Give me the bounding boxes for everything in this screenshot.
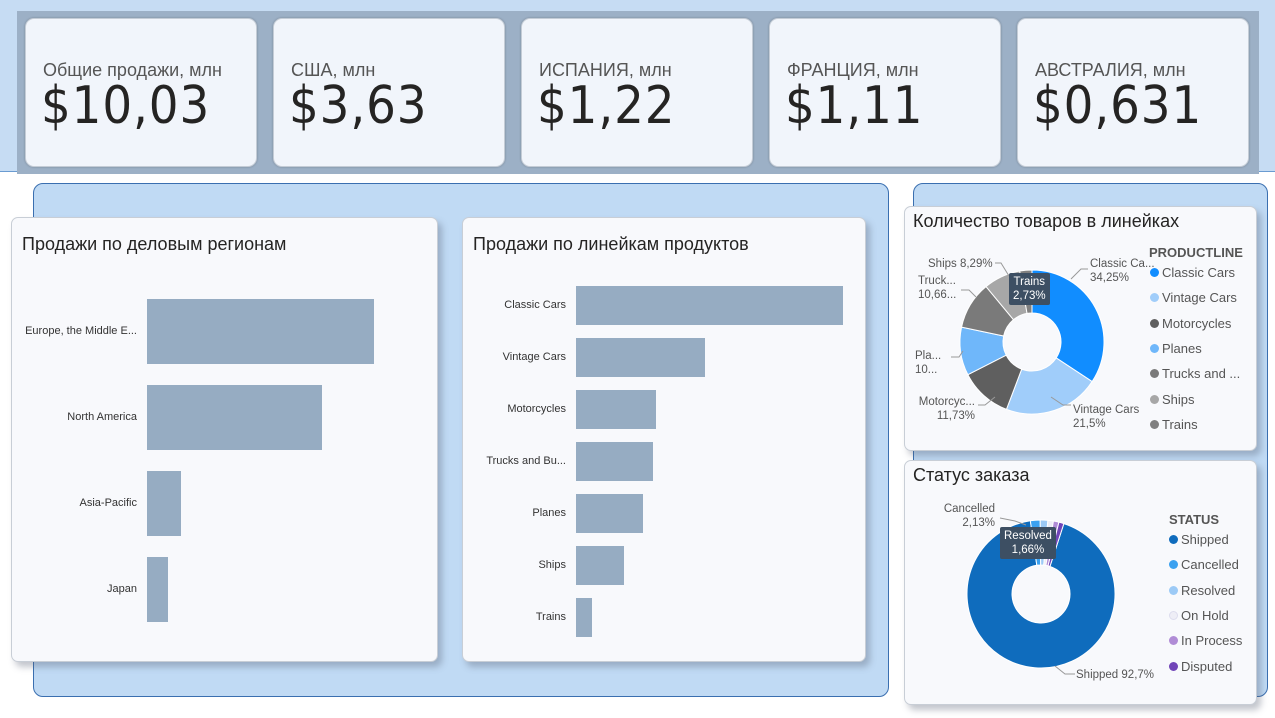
bar-category-label: Planes	[532, 506, 566, 519]
legend-marker	[1150, 343, 1159, 353]
legend-item[interactable]: Planes	[1150, 341, 1202, 356]
bar[interactable]	[147, 557, 168, 622]
legend-marker	[1169, 636, 1178, 646]
bar-category-label: Japan	[107, 582, 137, 595]
bar-category-label: Motorcycles	[507, 402, 566, 415]
legend-item[interactable]: Cancelled	[1169, 557, 1239, 572]
legend-label: Trucks and ...	[1162, 366, 1241, 382]
legend-marker	[1150, 394, 1159, 404]
kpi-value: $0,631	[1033, 76, 1203, 136]
kpi-card-total-sales[interactable]: Общие продажи, млн $10,03	[25, 18, 257, 167]
legend-label: On Hold	[1181, 607, 1229, 623]
donut-label-vintage-cars: Vintage Cars 21,5%	[1073, 404, 1140, 430]
region-chart-title: Продажи по деловым регионам	[22, 234, 287, 254]
donut-label-shipped: Shipped 92,7%	[1076, 669, 1155, 681]
legend-marker	[1169, 610, 1178, 620]
legend-title-productline: PRODUCTLINE	[1149, 245, 1243, 260]
kpi-value: $1,22	[537, 76, 676, 136]
bar[interactable]	[147, 471, 182, 536]
legend-item[interactable]: Vintage Cars	[1150, 290, 1237, 305]
productline-count-card[interactable]: Количество товаров в линейках Classic Ca…	[904, 206, 1257, 451]
kpi-card-australia[interactable]: АВСТРАЛИЯ, млн $0,631	[1017, 18, 1249, 167]
bar[interactable]	[576, 286, 843, 325]
legend-title-status: STATUS	[1169, 512, 1220, 527]
legend-label: Resolved	[1181, 582, 1236, 598]
donut-label-ships: Ships 8,29%	[928, 258, 993, 270]
bar[interactable]	[576, 598, 592, 637]
kpi-card-spain[interactable]: ИСПАНИЯ, млн $1,22	[521, 18, 753, 167]
donut-label-cancelled: Cancelled 2,13%	[943, 503, 995, 529]
bar-category-label: Ships	[538, 558, 566, 571]
donut-label-trucks: Truck... 10,66...	[918, 275, 957, 301]
legend-item[interactable]: Disputed	[1169, 659, 1232, 674]
donut-label-classic-cars: Classic Ca... 34,25%	[1090, 258, 1155, 284]
kpi-value: $3,63	[289, 76, 428, 136]
bar-category-label: Asia-Pacific	[79, 496, 137, 509]
bar[interactable]	[147, 385, 323, 450]
bar[interactable]	[576, 546, 625, 585]
legend-marker	[1169, 661, 1178, 671]
legend-item[interactable]: Resolved	[1169, 583, 1235, 598]
bar-category-label: Trucks and Bu...	[486, 454, 566, 467]
bar-category-label: Classic Cars	[504, 298, 566, 311]
bar[interactable]	[576, 494, 643, 533]
region-sales-card[interactable]: Продажи по деловым регионам Europe, the …	[11, 217, 438, 662]
donut-tooltip-trains: Trains 2,73%	[1009, 273, 1050, 305]
legend-label: Shipped	[1181, 532, 1229, 547]
legend-label: Classic Cars	[1162, 265, 1235, 280]
legend-label: Cancelled	[1181, 557, 1239, 573]
legend-item[interactable]: On Hold	[1169, 608, 1229, 623]
bar[interactable]	[147, 299, 374, 364]
legend-item[interactable]: Classic Cars	[1150, 265, 1235, 280]
kpi-value: $1,11	[785, 76, 924, 136]
legend-label: In Process	[1181, 633, 1243, 649]
bar-category-label: Vintage Cars	[502, 350, 566, 363]
legend-item[interactable]: Trucks and ...	[1150, 366, 1240, 381]
legend-marker	[1169, 560, 1178, 570]
legend-label: Trains	[1162, 416, 1198, 432]
productline-sales-card[interactable]: Продажи по линейкам продуктов Classic Ca…	[462, 217, 866, 662]
legend-label: Disputed	[1181, 658, 1233, 674]
legend-item[interactable]: Shipped	[1169, 532, 1229, 547]
legend-label: Planes	[1162, 340, 1202, 356]
legend-label: Ships	[1162, 391, 1195, 407]
bar[interactable]	[576, 338, 706, 377]
kpi-card-usa[interactable]: США, млн $3,63	[273, 18, 505, 167]
legend-marker	[1150, 268, 1159, 277]
donut-label-planes: Pla... 10...	[915, 350, 942, 376]
legend-marker	[1150, 369, 1159, 379]
legend-marker	[1169, 585, 1178, 595]
legend-marker	[1150, 293, 1159, 303]
kpi-card-france[interactable]: ФРАНЦИЯ, млн $1,11	[769, 18, 1001, 167]
legend-marker	[1169, 535, 1178, 544]
legend-label: Vintage Cars	[1162, 290, 1237, 306]
donut-label-motorcycles: Motorcyc... 11,73%	[918, 396, 975, 422]
legend-item[interactable]: In Process	[1169, 633, 1242, 648]
legend-item[interactable]: Trains	[1150, 417, 1198, 432]
productline-chart-title: Продажи по линейкам продуктов	[473, 234, 749, 254]
bar-category-label: Europe, the Middle E...	[25, 324, 137, 337]
legend-item[interactable]: Motorcycles	[1150, 316, 1231, 331]
legend-label: Motorcycles	[1162, 315, 1232, 331]
legend-marker	[1150, 419, 1159, 429]
order-status-card[interactable]: Статус заказа Cancelled 2,13% Shipped 92,…	[904, 460, 1257, 705]
donut-tooltip-resolved: Resolved 1,66%	[1000, 527, 1056, 559]
kpi-value: $10,03	[41, 76, 211, 136]
bar-category-label: Trains	[535, 610, 566, 623]
bar-category-label: North America	[67, 410, 137, 423]
bar[interactable]	[576, 390, 656, 429]
bar[interactable]	[576, 442, 653, 481]
legend-marker	[1150, 318, 1159, 328]
legend-item[interactable]: Ships	[1150, 392, 1195, 407]
